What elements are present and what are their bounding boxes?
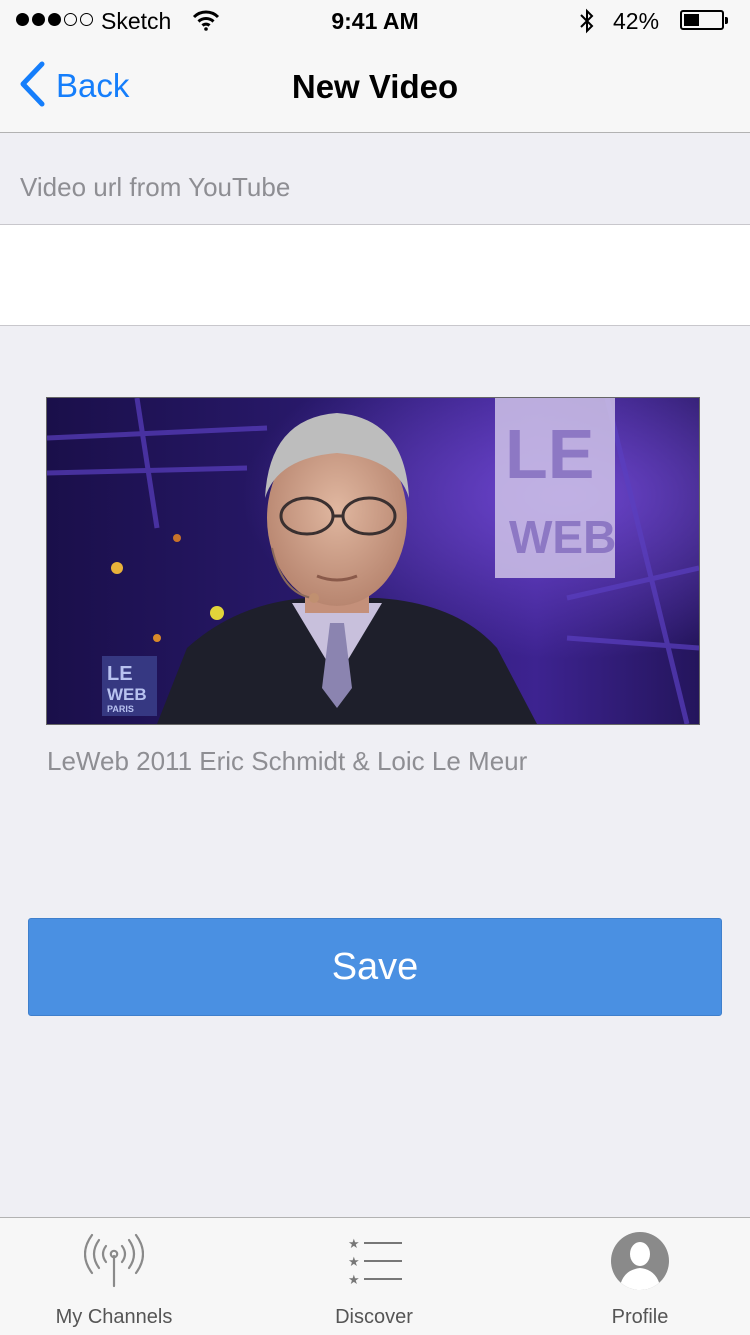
video-title: LeWeb 2011 Eric Schmidt & Loic Le Meur: [47, 746, 528, 776]
sign-text-web: WEB: [509, 511, 616, 563]
battery-percent: 42%: [613, 8, 660, 34]
battery-fill: [684, 14, 699, 26]
starred-list-icon: ★ ★ ★: [249, 1230, 499, 1295]
tab-discover[interactable]: ★ ★ ★ Discover: [249, 1218, 499, 1335]
bluetooth-icon: [578, 8, 596, 40]
video-thumbnail-image: LE WEB LE WEB PARIS: [47, 398, 699, 724]
save-button[interactable]: Save: [28, 918, 722, 1016]
tab-label: Discover: [335, 1306, 413, 1328]
top-bar: Sketch 9:41 AM 42% Back New Video: [0, 0, 750, 133]
badge-text-web: WEB: [107, 685, 147, 704]
video-thumbnail[interactable]: LE WEB LE WEB PARIS: [46, 397, 700, 725]
broadcast-icon: [0, 1230, 239, 1295]
svg-text:★: ★: [348, 1255, 360, 1270]
badge-text-paris: PARIS: [107, 704, 134, 714]
tab-bar: My Channels ★ ★ ★ Discover Profile: [0, 1217, 750, 1335]
tab-label: Profile: [611, 1306, 669, 1328]
tab-my-channels[interactable]: My Channels: [0, 1218, 239, 1335]
battery-icon: [680, 10, 728, 30]
badge-text-le: LE: [107, 663, 133, 685]
battery-nub: [725, 17, 728, 24]
tab-profile[interactable]: Profile: [515, 1218, 750, 1335]
sign-text-le: LE: [505, 415, 594, 493]
svg-text:★: ★: [348, 1273, 360, 1288]
page-title: New Video: [291, 68, 459, 105]
status-bar: Sketch 9:41 AM 42%: [0, 0, 750, 40]
profile-avatar-icon: [515, 1230, 750, 1297]
video-url-input[interactable]: [0, 224, 750, 326]
url-field-label: Video url from YouTube: [20, 172, 291, 202]
navigation-bar: Back New Video: [0, 40, 750, 132]
svg-text:★: ★: [348, 1237, 360, 1252]
tab-label: My Channels: [55, 1306, 173, 1328]
